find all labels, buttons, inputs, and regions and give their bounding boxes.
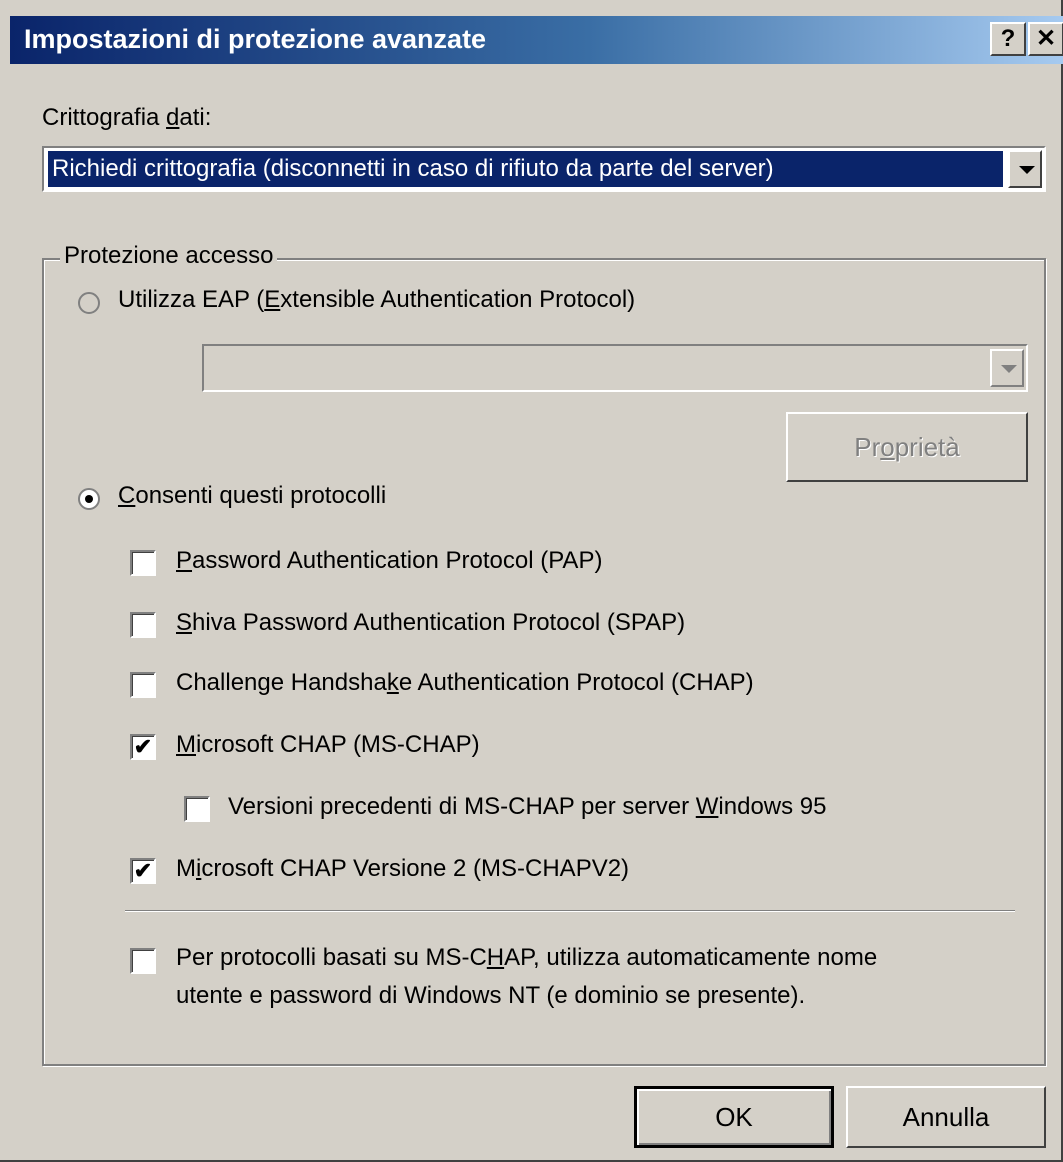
- chap-label[interactable]: Challenge Handshake Authentication Proto…: [176, 669, 754, 697]
- mschap-checkbox[interactable]: ✔: [130, 734, 156, 760]
- encryption-dropdown[interactable]: Richiedi crittografia (disconnetti in ca…: [42, 146, 1046, 192]
- checkmark-icon: ✔: [133, 858, 153, 883]
- allow-protocols-label[interactable]: Consenti questi protocolli: [118, 482, 386, 510]
- close-button[interactable]: ✕: [1028, 22, 1063, 56]
- win95-mschap-checkbox[interactable]: [184, 796, 210, 822]
- help-button[interactable]: ?: [990, 22, 1026, 56]
- mschap-label[interactable]: Microsoft CHAP (MS-CHAP): [176, 731, 480, 759]
- dialog-window: Impostazioni di protezione avanzate ? ✕ …: [0, 0, 1063, 1162]
- auto-logon-checkbox[interactable]: [130, 948, 156, 974]
- spap-label[interactable]: Shiva Password Authentication Protocol (…: [176, 609, 685, 637]
- separator: [125, 910, 1015, 912]
- mschapv2-label[interactable]: Microsoft CHAP Versione 2 (MS-CHAPV2): [176, 855, 629, 883]
- ok-button[interactable]: OK: [634, 1086, 834, 1148]
- auto-logon-label-line1[interactable]: Per protocolli basati su MS-CHAP, utiliz…: [176, 944, 877, 972]
- spap-checkbox[interactable]: [130, 612, 156, 638]
- checkmark-icon: ✔: [133, 734, 153, 759]
- encryption-dropdown-button[interactable]: [1008, 150, 1042, 188]
- win95-mschap-label[interactable]: Versioni precedenti di MS-CHAP per serve…: [228, 793, 827, 821]
- eap-radio-label[interactable]: Utilizza EAP (Extensible Authentication …: [118, 286, 635, 314]
- chevron-down-icon: [1019, 166, 1035, 174]
- close-icon: ✕: [1035, 25, 1057, 52]
- encryption-selected-value: Richiedi crittografia (disconnetti in ca…: [48, 151, 1003, 187]
- auto-logon-label-line2[interactable]: utente e password di Windows NT (e domin…: [176, 982, 805, 1010]
- encryption-label: Crittografia dati:: [42, 104, 212, 131]
- eap-dropdown-button[interactable]: [990, 349, 1024, 387]
- pap-checkbox[interactable]: [130, 550, 156, 576]
- window-title: Impostazioni di protezione avanzate: [24, 24, 487, 54]
- eap-radio[interactable]: [78, 292, 100, 314]
- mschapv2-checkbox[interactable]: ✔: [130, 858, 156, 884]
- cancel-button[interactable]: Annulla: [846, 1086, 1046, 1148]
- chevron-down-icon: [1001, 365, 1017, 373]
- eap-type-dropdown[interactable]: [202, 344, 1028, 392]
- group-title: Protezione accesso: [60, 242, 278, 270]
- pap-label[interactable]: Password Authentication Protocol (PAP): [176, 547, 602, 575]
- radio-selected-dot: [85, 495, 93, 503]
- help-icon: ?: [1000, 25, 1016, 52]
- title-bar[interactable]: Impostazioni di protezione avanzate ? ✕: [10, 16, 1063, 64]
- allow-protocols-radio[interactable]: [78, 488, 100, 510]
- properties-button[interactable]: Proprietà: [786, 412, 1028, 482]
- chap-checkbox[interactable]: [130, 672, 156, 698]
